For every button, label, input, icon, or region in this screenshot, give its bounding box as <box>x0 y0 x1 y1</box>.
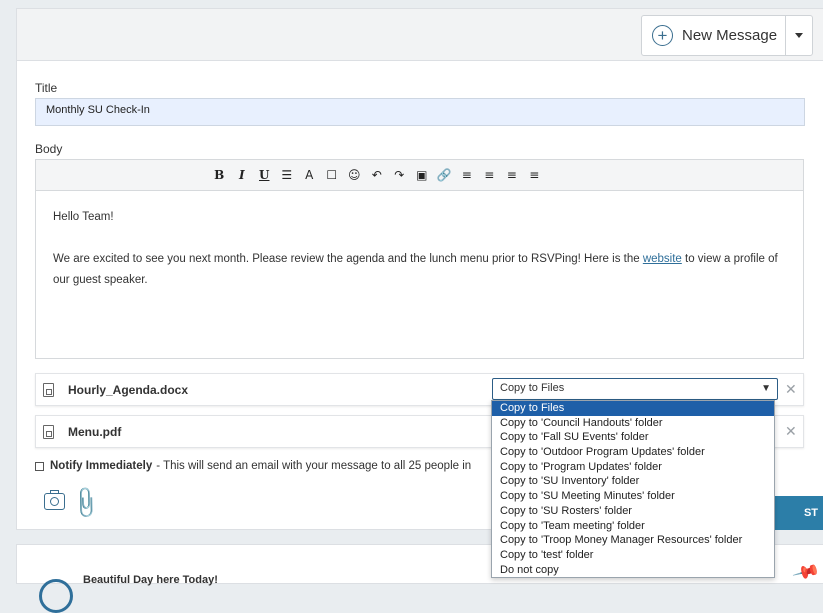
new-message-dropdown-toggle[interactable] <box>785 15 813 56</box>
notify-label: Notify Immediately <box>50 460 153 472</box>
copy-destination-dropdown: Copy to Files Copy to 'Council Handouts'… <box>491 400 775 578</box>
image-button[interactable]: ▣ <box>411 168 434 182</box>
greeting-line: Hello Team! <box>53 211 114 223</box>
body-label: Body <box>35 142 63 156</box>
underline-button[interactable]: U <box>253 168 276 182</box>
select-value: Copy to Files <box>500 382 565 394</box>
dropdown-option[interactable]: Copy to Files <box>492 401 774 416</box>
italic-button[interactable]: I <box>231 168 254 182</box>
caret-down-icon <box>795 33 803 38</box>
dropdown-option[interactable]: Do not copy <box>492 563 774 578</box>
notify-option: Notify Immediately - This will send an e… <box>35 460 471 472</box>
paperclip-icon[interactable]: 📎 <box>67 484 104 522</box>
message-paragraph: We are excited to see you next month. Pl… <box>53 253 778 286</box>
plus-circle-icon: + <box>652 25 673 46</box>
list-button[interactable]: ☰ <box>276 168 299 182</box>
pdf-file-icon <box>43 424 54 439</box>
chevron-down-icon: ▼ <box>761 383 771 394</box>
dropdown-option[interactable]: Copy to 'Council Handouts' folder <box>492 416 774 431</box>
bold-button[interactable]: B <box>208 168 231 182</box>
align-right-button[interactable]: ≡ <box>501 168 524 182</box>
notify-checkbox[interactable] <box>35 461 44 471</box>
rich-text-editor: B I U ☰ A ☐ ☺ ↶ ↷ ▣ 🔗 ≡ ≡ ≡ ≡ Hello Team… <box>35 159 804 359</box>
notify-description: - This will send an email with your mess… <box>156 460 472 472</box>
remove-attachment-icon[interactable]: ✕ <box>785 423 797 440</box>
align-left-button[interactable]: ≡ <box>456 168 479 182</box>
pin-icon[interactable]: 📌 <box>791 558 821 587</box>
card-header: + New Message <box>17 9 823 61</box>
dropdown-option[interactable]: Copy to 'Program Updates' folder <box>492 460 774 475</box>
dropdown-option[interactable]: Copy to 'Team meeting' folder <box>492 519 774 534</box>
post-title: Beautiful Day here Today! <box>83 574 218 586</box>
document-file-icon <box>43 382 54 397</box>
redo-button[interactable]: ↷ <box>388 168 411 182</box>
new-message-label: New Message <box>682 27 778 44</box>
justify-button[interactable]: ≡ <box>523 168 546 182</box>
copy-destination-select[interactable]: Copy to Files ▼ <box>492 378 778 400</box>
remove-attachment-icon[interactable]: ✕ <box>785 381 797 398</box>
background-color-button[interactable]: ☐ <box>321 168 344 182</box>
dropdown-option[interactable]: Copy to 'test' folder <box>492 548 774 563</box>
font-color-button[interactable]: A <box>298 168 321 182</box>
new-message-button[interactable]: + New Message <box>641 15 786 56</box>
editor-toolbar: B I U ☰ A ☐ ☺ ↶ ↷ ▣ 🔗 ≡ ≡ ≡ ≡ <box>36 160 803 191</box>
attachment-name: Hourly_Agenda.docx <box>68 382 189 397</box>
align-center-button[interactable]: ≡ <box>478 168 501 182</box>
website-link[interactable]: website <box>643 253 682 265</box>
title-input[interactable]: Monthly SU Check-In <box>35 98 805 126</box>
dropdown-option[interactable]: Copy to 'SU Inventory' folder <box>492 474 774 489</box>
dropdown-option[interactable]: Copy to 'Fall SU Events' folder <box>492 430 774 445</box>
dropdown-option[interactable]: Copy to 'SU Rosters' folder <box>492 504 774 519</box>
post-button-label: ST <box>803 507 818 519</box>
attachment-name: Menu.pdf <box>68 424 122 439</box>
dropdown-option[interactable]: Copy to 'SU Meeting Minutes' folder <box>492 489 774 504</box>
editor-content[interactable]: Hello Team! We are excited to see you ne… <box>36 191 803 328</box>
dropdown-option[interactable]: Copy to 'Outdoor Program Updates' folder <box>492 445 774 460</box>
undo-button[interactable]: ↶ <box>366 168 389 182</box>
emoji-button[interactable]: ☺ <box>343 168 366 182</box>
title-label: Title <box>35 81 58 95</box>
link-button[interactable]: 🔗 <box>433 168 456 182</box>
camera-icon[interactable] <box>44 490 65 510</box>
avatar <box>39 579 73 613</box>
dropdown-option[interactable]: Copy to 'Troop Money Manager Resources' … <box>492 533 774 548</box>
